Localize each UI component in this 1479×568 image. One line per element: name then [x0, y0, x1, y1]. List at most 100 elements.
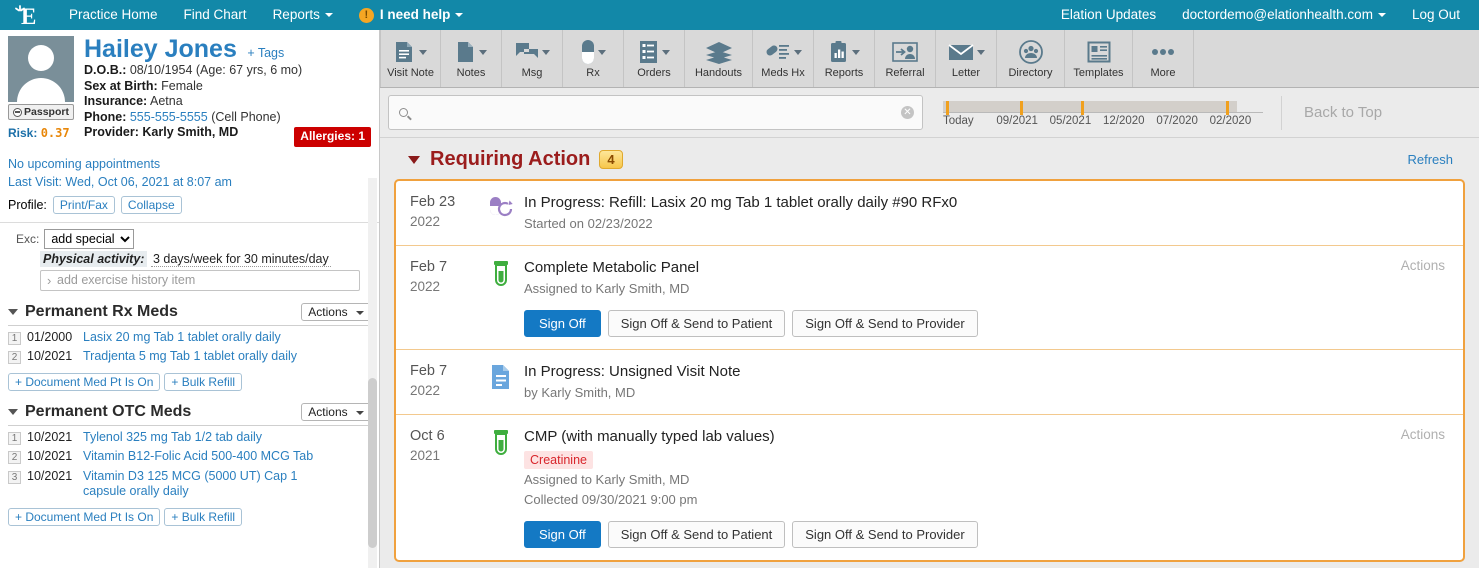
search-input[interactable] — [397, 105, 901, 120]
row-date-month: Feb 7 — [410, 362, 478, 381]
med-name-link[interactable]: Vitamin B12-Folic Acid 500-400 MCG Tab — [83, 449, 313, 465]
toolbar-notes[interactable]: Notes — [441, 30, 502, 87]
toolbar-visit-note[interactable]: Visit Note — [380, 30, 441, 87]
last-visit-link[interactable]: Last Visit: Wed, Oct 06, 2021 at 8:07 am — [8, 173, 369, 191]
sign-off-send-provider-button[interactable]: Sign Off & Send to Provider — [792, 521, 977, 548]
add-special-select[interactable]: add special — [44, 229, 134, 249]
collapse-triangle-icon[interactable] — [8, 309, 18, 315]
toolbar-directory[interactable]: Directory — [997, 30, 1065, 87]
toolbar-letter[interactable]: Letter — [936, 30, 997, 87]
timeline-scrubber[interactable]: Today 09/2021 05/2021 12/2020 07/2020 02… — [943, 99, 1263, 127]
document-med-button[interactable]: + Document Med Pt Is On — [8, 508, 160, 526]
account-nav-links: Elation Updates doctordemo@elationhealth… — [1048, 0, 1479, 30]
toolbar-reports[interactable]: Reports — [814, 30, 875, 87]
row-date-year: 2022 — [410, 277, 478, 296]
med-name-link[interactable]: Lasix 20 mg Tab 1 tablet orally daily — [83, 330, 281, 346]
refresh-link[interactable]: Refresh — [1407, 152, 1463, 167]
nav-elation-updates[interactable]: Elation Updates — [1048, 0, 1169, 30]
list-item[interactable]: 2 10/2021 Tradjenta 5 mg Tab 1 tablet or… — [8, 349, 371, 365]
otc-meds-actions-button[interactable]: Actions — [301, 403, 371, 421]
timeline-marker[interactable] — [1081, 101, 1084, 115]
nav-find-chart[interactable]: Find Chart — [171, 0, 260, 30]
dob-label: D.O.B.: — [84, 63, 126, 77]
nav-account-menu[interactable]: doctordemo@elationhealth.com — [1169, 0, 1399, 30]
table-row[interactable]: Feb 7 2022 Complete Metabolic Panel Assi… — [396, 246, 1463, 350]
status-badge-allergies[interactable]: Allergies: 1 — [294, 127, 371, 147]
row-action-buttons: Sign Off Sign Off & Send to Patient Sign… — [524, 310, 1373, 337]
print-fax-button[interactable]: Print/Fax — [53, 196, 115, 214]
elation-logo[interactable]: E — [0, 0, 56, 30]
add-tags-link[interactable]: + Tags — [247, 46, 284, 60]
nav-need-help[interactable]: !I need help — [346, 0, 477, 30]
passport-badge[interactable]: Passport — [8, 104, 74, 120]
timeline-marker[interactable] — [946, 101, 949, 115]
phone-value-link[interactable]: 555-555-5555 — [130, 110, 208, 124]
patient-header: Passport Risk: 0.37 Hailey Jones + Tags … — [0, 30, 379, 149]
bulk-refill-button[interactable]: + Bulk Refill — [164, 373, 242, 391]
clear-search-icon[interactable]: ✕ — [901, 106, 914, 119]
row-actions-menu[interactable]: Actions — [1401, 258, 1445, 273]
sign-off-send-patient-button[interactable]: Sign Off & Send to Patient — [608, 310, 786, 337]
table-row[interactable]: Feb 7 2022 In Progress: Unsigned Visit N… — [396, 350, 1463, 415]
chevron-down-icon — [325, 13, 333, 17]
timeline-label: 02/2020 — [1210, 115, 1263, 127]
more-dots-icon — [1150, 38, 1176, 66]
collapse-triangle-icon[interactable] — [408, 156, 420, 164]
exercise-special-row: Exc: add special — [0, 223, 379, 251]
timeline-marker[interactable] — [1020, 101, 1023, 115]
chevron-down-icon — [598, 50, 606, 55]
toolbar-orders[interactable]: Orders — [624, 30, 685, 87]
row-title[interactable]: In Progress: Unsigned Visit Note — [524, 362, 1373, 382]
risk-label: Risk: — [8, 126, 37, 140]
nav-reports[interactable]: Reports — [260, 0, 346, 30]
nav-log-out[interactable]: Log Out — [1399, 0, 1473, 30]
table-row[interactable]: Oct 6 2021 CMP (with manually typed lab … — [396, 415, 1463, 560]
sidebar-scrollbar-thumb[interactable] — [368, 378, 377, 548]
timeline-marker[interactable] — [1226, 101, 1229, 115]
row-title[interactable]: CMP (with manually typed lab values) — [524, 427, 1373, 447]
list-item[interactable]: 3 10/2021 Vitamin D3 125 MCG (5000 UT) C… — [8, 469, 371, 500]
row-date-year: 2022 — [410, 381, 478, 400]
toolbar-msg[interactable]: Msg — [502, 30, 563, 87]
list-item[interactable]: 2 10/2021 Vitamin B12-Folic Acid 500-400… — [8, 449, 371, 465]
provider-value: Karly Smith, MD — [142, 125, 238, 139]
abnormal-result-tag[interactable]: Creatinine — [524, 451, 593, 469]
upcoming-appointments-link[interactable]: No upcoming appointments — [8, 155, 369, 173]
sign-off-button[interactable]: Sign Off — [524, 310, 601, 337]
med-name-link[interactable]: Vitamin D3 125 MCG (5000 UT) Cap 1 capsu… — [83, 469, 323, 500]
patient-dob-row: D.O.B.: 08/10/1954 (Age: 67 yrs, 6 mo) — [84, 63, 371, 79]
list-item[interactable]: 1 01/2000 Lasix 20 mg Tab 1 tablet orall… — [8, 330, 371, 346]
row-actions-menu[interactable]: Actions — [1401, 427, 1445, 442]
requiring-action-count-badge: 4 — [599, 150, 622, 169]
toolbar-referral[interactable]: Referral — [875, 30, 936, 87]
list-item[interactable]: 1 10/2021 Tylenol 325 mg Tab 1/2 tab dai… — [8, 430, 371, 446]
rx-meds-actions-button[interactable]: Actions — [301, 303, 371, 321]
toolbar-meds-hx[interactable]: Meds Hx — [753, 30, 814, 87]
otc-meds-header: Permanent OTC Meds Actions — [8, 403, 371, 426]
timeline-axis — [943, 112, 1263, 113]
sign-off-send-provider-button[interactable]: Sign Off & Send to Provider — [792, 310, 977, 337]
nav-practice-home[interactable]: Practice Home — [56, 0, 171, 30]
document-med-button[interactable]: + Document Med Pt Is On — [8, 373, 160, 391]
nav-find-chart-label: Find Chart — [184, 7, 247, 22]
page-title[interactable]: Hailey Jones — [84, 36, 237, 63]
collapse-triangle-icon[interactable] — [8, 409, 18, 415]
med-name-link[interactable]: Tradjenta 5 mg Tab 1 tablet orally daily — [83, 349, 297, 365]
bulk-refill-button[interactable]: + Bulk Refill — [164, 508, 242, 526]
med-name-link[interactable]: Tylenol 325 mg Tab 1/2 tab daily — [83, 430, 262, 446]
add-exercise-history-input[interactable]: add exercise history item — [40, 270, 360, 291]
search-box[interactable]: ✕ — [388, 95, 923, 130]
toolbar-rx[interactable]: Rx — [563, 30, 624, 87]
back-to-top-button[interactable]: Back to Top — [1281, 96, 1382, 130]
collapse-button[interactable]: Collapse — [121, 196, 182, 214]
sign-off-button[interactable]: Sign Off — [524, 521, 601, 548]
row-title[interactable]: In Progress: Refill: Lasix 20 mg Tab 1 t… — [524, 193, 1373, 213]
table-row[interactable]: Feb 23 2022 In Progress: Refill: Lasix 2… — [396, 181, 1463, 246]
toolbar-more[interactable]: More — [1133, 30, 1194, 87]
toolbar-handouts[interactable]: Handouts — [685, 30, 753, 87]
insurance-label: Insurance: — [84, 94, 147, 108]
physical-activity-value[interactable]: 3 days/week for 30 minutes/day — [151, 252, 331, 267]
toolbar-templates[interactable]: Templates — [1065, 30, 1133, 87]
row-title[interactable]: Complete Metabolic Panel — [524, 258, 1373, 278]
sign-off-send-patient-button[interactable]: Sign Off & Send to Patient — [608, 521, 786, 548]
